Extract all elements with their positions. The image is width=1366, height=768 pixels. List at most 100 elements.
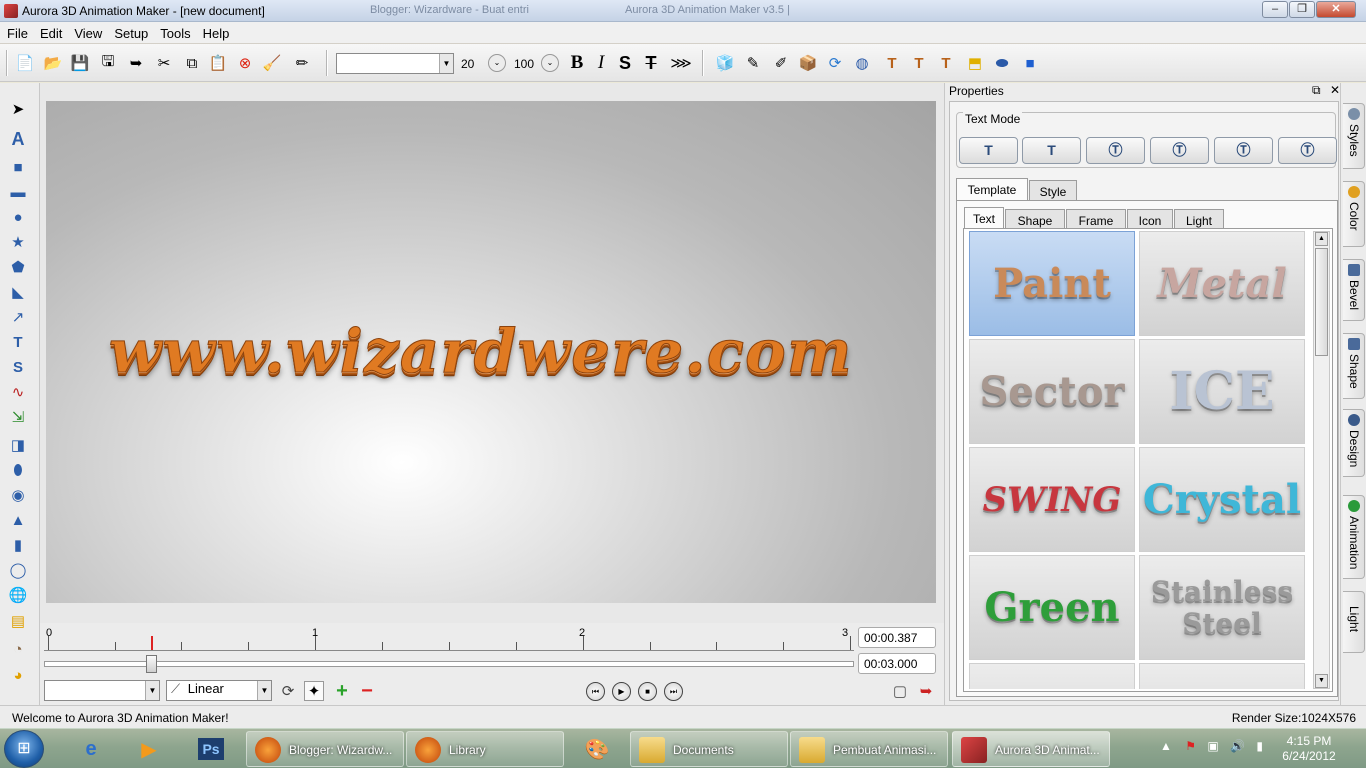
action-center-icon[interactable]: ⚑ — [1185, 739, 1196, 753]
internet-explorer-icon[interactable]: e — [66, 732, 116, 766]
time-slider[interactable] — [44, 655, 854, 673]
copy-icon[interactable]: ⧉ — [181, 52, 203, 74]
clear-icon[interactable]: 🧹 — [261, 52, 283, 74]
template-partial-2[interactable] — [1139, 663, 1305, 689]
scroll-down-icon[interactable]: ▼ — [1315, 674, 1328, 688]
subtab-shape[interactable]: Shape — [1005, 209, 1065, 230]
font-select[interactable]: ▼ — [336, 53, 454, 74]
side-tab-design[interactable]: Design — [1343, 409, 1365, 477]
material-icon[interactable]: ◔ — [8, 639, 28, 659]
export-icon[interactable]: ➥ — [125, 52, 147, 74]
strikeout-button[interactable]: T — [640, 52, 662, 74]
remove-keyframe-icon[interactable]: − — [357, 680, 377, 702]
text-mode-flat[interactable]: T — [959, 137, 1018, 164]
pointer-icon[interactable]: ➤ — [8, 99, 28, 119]
pentagon-icon[interactable]: ⬟ — [8, 257, 28, 277]
new-icon[interactable]: 📄 — [14, 52, 36, 74]
text-mode-disc[interactable]: Ⓣ — [1214, 137, 1273, 164]
extrude-icon[interactable]: 🧊 — [714, 52, 736, 74]
task-documents[interactable]: Documents — [630, 731, 788, 767]
italic-button[interactable]: I — [590, 52, 612, 74]
scroll-thumb[interactable] — [1315, 248, 1328, 356]
play-icon[interactable]: ▶ — [612, 682, 631, 701]
task-library[interactable]: Library — [406, 731, 564, 767]
timeline-ruler[interactable]: 0 1 2 3 — [44, 627, 854, 651]
menu-file[interactable]: File — [0, 22, 33, 41]
add-keyframe-icon[interactable]: + — [332, 680, 352, 702]
loop-toggle-icon[interactable]: ▢ — [890, 681, 910, 701]
save-as-icon[interactable]: 🖫 — [97, 52, 119, 74]
start-button[interactable]: ⊞ — [4, 730, 44, 768]
paint-app-icon[interactable]: 🎨 — [572, 732, 622, 766]
font-scale-value[interactable]: 100 — [511, 53, 534, 75]
layer-icon[interactable]: ⬬ — [991, 52, 1013, 74]
text-mode-extrude[interactable]: T — [1022, 137, 1081, 164]
open-icon[interactable]: 📂 — [42, 52, 64, 74]
interpolation-select[interactable]: ⟋ Linear ▼ — [166, 680, 272, 701]
rectangle-icon[interactable]: ■ — [8, 157, 28, 177]
task-blogger[interactable]: Blogger: Wizardw... — [246, 731, 404, 767]
reset-icon[interactable]: ⟳ — [278, 681, 298, 701]
subtab-frame[interactable]: Frame — [1066, 209, 1126, 230]
menu-view[interactable]: View — [67, 22, 107, 41]
text-tool-icon[interactable]: A — [8, 129, 28, 149]
font-scale-spinner[interactable]: ⌄ — [541, 54, 559, 72]
show-hidden-icon[interactable]: ▲ — [1160, 739, 1172, 753]
playhead-marker[interactable] — [151, 636, 154, 650]
refresh-icon[interactable]: ⟳ — [824, 52, 846, 74]
side-tab-light[interactable]: Light — [1343, 591, 1365, 653]
template-paint[interactable]: Paint — [969, 231, 1135, 336]
align-icon[interactable]: ⬒ — [964, 52, 986, 74]
template-metal[interactable]: Metal — [1139, 231, 1305, 336]
side-tab-styles[interactable]: Styles — [1343, 103, 1365, 169]
keyframe-tool-icon[interactable]: ✦ — [304, 681, 324, 701]
template-swing[interactable]: SWING — [969, 447, 1135, 552]
cone-icon[interactable]: ▲ — [8, 510, 28, 530]
layer-select[interactable]: ▼ — [44, 680, 160, 701]
time-slider-thumb[interactable] — [146, 655, 158, 673]
symbol-icon[interactable]: S — [8, 357, 28, 377]
tube-icon[interactable]: ▮ — [8, 535, 28, 555]
template-sector[interactable]: Sector — [969, 339, 1135, 444]
scene-3d-text[interactable]: www.wizardwere.com — [108, 317, 853, 388]
side-tab-shape[interactable]: Shape — [1343, 333, 1365, 399]
close-button[interactable]: ✕ — [1316, 1, 1356, 18]
network-icon[interactable]: ▣ — [1207, 739, 1218, 753]
text-3d-icon[interactable]: T — [881, 52, 903, 74]
total-time-field[interactable]: 00:03.000 — [858, 653, 936, 674]
cylinder-icon[interactable]: ◍ — [851, 52, 873, 74]
font-size-spinner[interactable]: ⌄ — [488, 54, 506, 72]
subtab-icon[interactable]: Icon — [1127, 209, 1173, 230]
paste-icon[interactable]: 📋 — [207, 52, 229, 74]
cylinder-shape-icon[interactable]: ⬮ — [8, 460, 28, 480]
task-pembuat-animasi[interactable]: Pembuat Animasi... — [790, 731, 948, 767]
more-chevron-icon[interactable]: ⋙ — [670, 52, 692, 74]
shadow-button[interactable]: S — [614, 52, 636, 74]
volume-icon[interactable]: 🔊 — [1230, 739, 1245, 753]
scroll-up-icon[interactable]: ▲ — [1315, 232, 1328, 246]
delete-icon[interactable]: ⊗ — [234, 52, 256, 74]
template-stainless-steel[interactable]: Stainless Steel — [1139, 555, 1305, 660]
tab-template[interactable]: Template — [956, 178, 1028, 201]
side-tab-bevel[interactable]: Bevel — [1343, 259, 1365, 321]
torus-icon[interactable]: ◯ — [8, 560, 28, 580]
template-crystal[interactable]: Crystal — [1139, 447, 1305, 552]
text-mode-ring[interactable]: Ⓣ — [1278, 137, 1337, 164]
text-mode-round[interactable]: Ⓣ — [1086, 137, 1145, 164]
export-video-icon[interactable]: ➥ — [916, 681, 936, 701]
sphere-icon[interactable]: ◉ — [8, 485, 28, 505]
menu-help[interactable]: Help — [196, 22, 235, 41]
skip-start-icon[interactable]: ⏮ — [586, 682, 605, 701]
arrow-icon[interactable]: ↗ — [8, 307, 28, 327]
clock[interactable]: 4:15 PM 6/24/2012 — [1274, 734, 1344, 764]
import-icon[interactable]: ⇲ — [8, 407, 28, 427]
image-icon[interactable]: ▤ — [8, 611, 28, 631]
edit-pencil-icon[interactable]: ✏ — [291, 52, 313, 74]
cube-icon[interactable]: ◨ — [8, 435, 28, 455]
photoshop-icon[interactable]: Ps — [186, 732, 236, 766]
font-size-value[interactable]: 20 — [458, 53, 474, 75]
rotate-icon[interactable]: ✎ — [742, 52, 764, 74]
menu-edit[interactable]: Edit — [33, 22, 67, 41]
pie-icon[interactable]: ◕ — [8, 665, 28, 685]
side-tab-animation[interactable]: Animation — [1343, 495, 1365, 579]
